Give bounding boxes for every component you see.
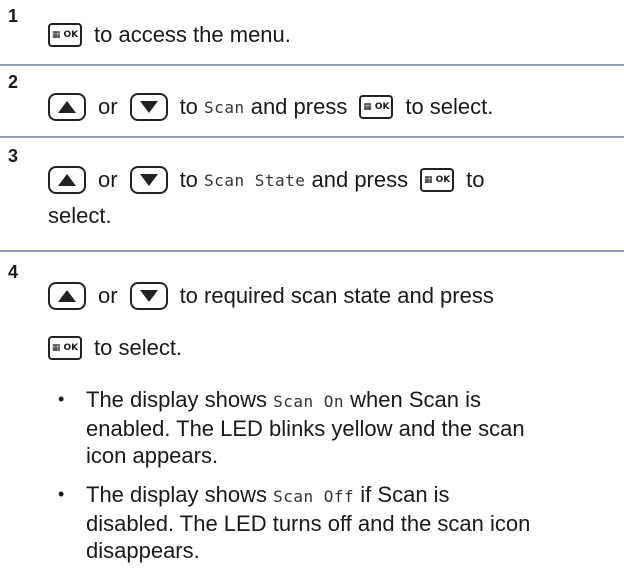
- step-4-line: or to required scan state and press: [48, 282, 494, 310]
- menu-item-code: Scan State: [204, 170, 306, 190]
- step-1-line: ▦ OK to access the menu.: [48, 22, 291, 48]
- bullet-item: • The display shows Scan On when Scan is…: [58, 386, 618, 469]
- or-text: or: [98, 94, 118, 119]
- or-text: or: [98, 167, 118, 192]
- step-3-line-2: select.: [48, 203, 112, 229]
- or-text: or: [98, 283, 118, 308]
- up-arrow-button-icon: [48, 93, 86, 121]
- step-3-line: or to Scan State and press ▦ OK to: [48, 166, 484, 194]
- select-text: select.: [48, 203, 112, 228]
- press-text: and press: [311, 167, 409, 192]
- down-arrow-button-icon: [129, 282, 168, 310]
- bullet-text: when Scan is: [350, 387, 482, 412]
- bullet-text: disappears.: [86, 538, 200, 563]
- bullet-text: enabled. The LED blinks yellow and the s…: [86, 416, 525, 441]
- select-text: to select.: [94, 335, 183, 360]
- display-code: Scan Off: [273, 487, 355, 506]
- bullet-text: The display shows: [86, 482, 267, 507]
- step-1-text: to access the menu.: [94, 22, 291, 47]
- menu-item-code: Scan: [204, 97, 245, 117]
- select-text: to select.: [405, 94, 494, 119]
- bullet-text: icon appears.: [86, 443, 219, 468]
- step-4-text: to required scan state and press: [179, 283, 494, 308]
- menu-ok-button-icon: ▦ OK: [48, 23, 82, 47]
- step-number-1: 1: [8, 6, 19, 26]
- down-arrow-button-icon: [129, 93, 168, 121]
- bullet-text: The display shows: [86, 387, 267, 412]
- menu-ok-button-icon: ▦ OK: [420, 168, 455, 192]
- divider: [0, 136, 624, 138]
- bullet-text: if Scan is: [360, 482, 450, 507]
- up-arrow-button-icon: [48, 282, 86, 310]
- step-number-2: 2: [8, 72, 19, 92]
- to-text: to: [179, 167, 198, 192]
- step-4-line-2: ▦ OK to select.: [48, 335, 182, 361]
- divider: [0, 250, 624, 252]
- menu-ok-button-icon: ▦ OK: [48, 336, 82, 360]
- up-arrow-button-icon: [48, 166, 86, 194]
- bullet-text: disabled. The LED turns off and the scan…: [86, 511, 531, 536]
- bullet-dot: •: [58, 484, 65, 504]
- step-number-3: 3: [8, 146, 19, 166]
- down-arrow-button-icon: [129, 166, 168, 194]
- step-number-4: 4: [8, 262, 19, 282]
- to-text: to: [179, 94, 198, 119]
- menu-ok-button-icon: ▦ OK: [359, 95, 394, 119]
- bullet-item: • The display shows Scan Off if Scan is …: [58, 481, 618, 564]
- display-code: Scan On: [273, 392, 345, 411]
- bullet-dot: •: [58, 389, 65, 409]
- press-text: and press: [250, 94, 348, 119]
- divider: [0, 64, 624, 66]
- to-text: to: [466, 167, 485, 192]
- step-2-line: or to Scan and press ▦ OK to select.: [48, 93, 493, 121]
